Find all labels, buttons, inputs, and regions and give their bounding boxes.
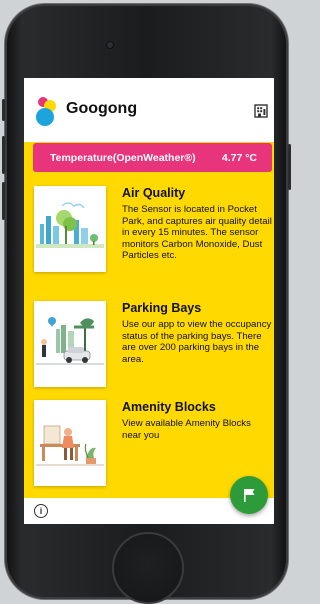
front-camera — [107, 42, 113, 48]
temperature-label: Temperature(OpenWeather®) — [50, 151, 196, 164]
card-title: Air Quality — [122, 186, 186, 200]
volume-down-button — [2, 182, 5, 220]
card-description: View available Amenity Blocks near you — [122, 418, 251, 441]
mute-switch — [2, 99, 5, 121]
app-logo — [36, 97, 56, 126]
city-air-illustration — [34, 186, 106, 272]
amenity-illustration — [34, 400, 106, 486]
air-quality-image — [34, 186, 106, 272]
app-header: Googong — [24, 78, 274, 142]
app-title: Googong — [66, 100, 138, 117]
flag-icon — [244, 489, 255, 502]
temperature-banner[interactable]: Temperature(OpenWeather®) 4.77 °C — [33, 143, 272, 172]
home-button[interactable] — [112, 532, 184, 604]
temperature-value: 4.77 °C — [221, 151, 257, 164]
amenity-blocks-image — [34, 400, 106, 486]
volume-up-button — [2, 136, 5, 174]
building-icon[interactable] — [254, 104, 268, 118]
card-description: Use our app to view the occupancy status… — [122, 319, 272, 365]
parking-bays-image — [34, 301, 106, 387]
info-icon[interactable]: i — [34, 504, 48, 518]
flag-fab-button[interactable] — [230, 476, 268, 514]
parking-illustration — [34, 301, 106, 387]
card-title: Amenity Blocks — [122, 400, 216, 414]
app-screen: Googong Temperature(OpenWeather®) 4.77 °… — [24, 78, 274, 524]
card-title: Parking Bays — [122, 301, 202, 315]
power-button — [288, 144, 291, 190]
card-description: The Sensor is located in Pocket Park, an… — [122, 204, 272, 262]
